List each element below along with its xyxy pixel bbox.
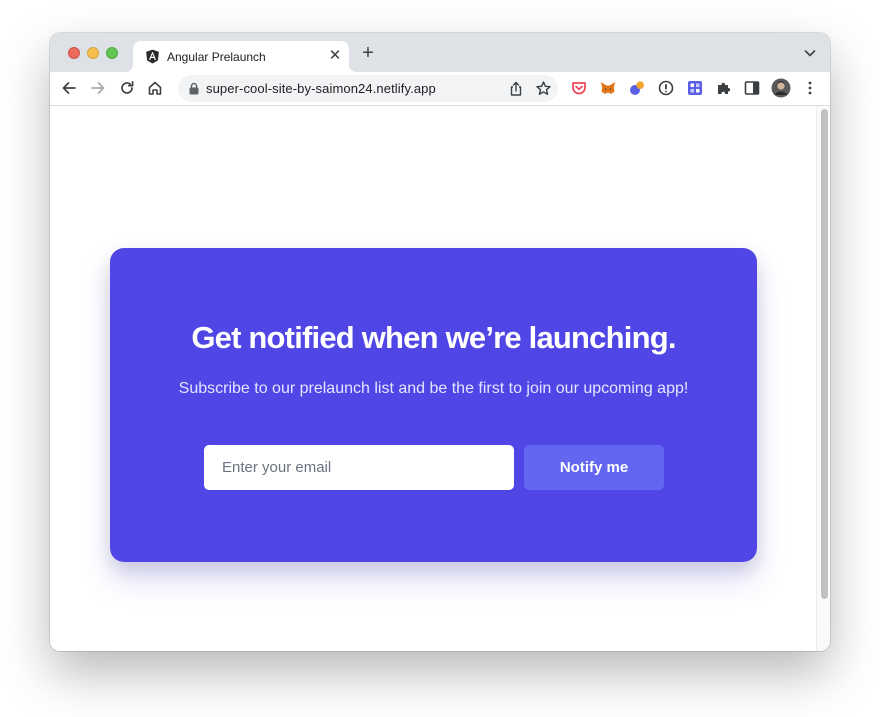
reload-icon[interactable] — [118, 79, 136, 97]
metamask-icon[interactable] — [599, 79, 617, 97]
subscribe-card: Get notified when we’re launching. Subsc… — [110, 248, 757, 562]
lock-icon[interactable] — [188, 82, 200, 95]
email-field[interactable] — [204, 445, 514, 490]
browser-toolbar: super-cool-site-by-saimon24.netlify.app — [50, 72, 830, 106]
home-icon[interactable] — [146, 79, 164, 97]
page-viewport: Get notified when we’re launching. Subsc… — [50, 106, 830, 651]
puzzle-icon[interactable] — [715, 79, 733, 97]
star-icon[interactable] — [535, 80, 552, 97]
address-bar[interactable]: super-cool-site-by-saimon24.netlify.app — [178, 75, 558, 102]
page-subtitle: Subscribe to our prelaunch list and be t… — [178, 380, 689, 397]
extension-coins-icon[interactable] — [628, 79, 646, 97]
tab-strip: Angular Prelaunch ✕ + — [50, 33, 830, 72]
scrollbar-thumb[interactable] — [821, 109, 828, 599]
side-panel-icon[interactable] — [743, 79, 761, 97]
share-icon[interactable] — [508, 80, 524, 97]
angular-logo-icon — [146, 49, 159, 64]
pocket-icon[interactable] — [570, 79, 588, 97]
info-icon[interactable] — [657, 79, 675, 97]
extension-grid-icon[interactable] — [686, 79, 704, 97]
back-arrow-icon[interactable] — [60, 79, 78, 97]
plus-icon[interactable]: + — [359, 43, 377, 63]
close-window-button[interactable] — [68, 47, 80, 59]
avatar[interactable] — [771, 78, 791, 98]
chevron-down-icon[interactable] — [802, 46, 818, 60]
maximize-window-button[interactable] — [106, 47, 118, 59]
forward-arrow-icon[interactable] — [89, 79, 107, 97]
url-text[interactable]: super-cool-site-by-saimon24.netlify.app — [206, 81, 436, 96]
notify-button[interactable]: Notify me — [524, 445, 664, 490]
close-icon[interactable]: ✕ — [327, 48, 343, 64]
page-title: Get notified when we’re launching. — [191, 320, 676, 355]
minimize-window-button[interactable] — [87, 47, 99, 59]
scrollbar[interactable] — [816, 106, 830, 651]
kebab-menu-icon[interactable] — [801, 79, 819, 97]
tab-angular-prelaunch[interactable]: Angular Prelaunch ✕ — [125, 41, 357, 72]
tab-title: Angular Prelaunch — [167, 50, 266, 64]
browser-window: Angular Prelaunch ✕ + super-cool-site-by — [50, 33, 830, 651]
